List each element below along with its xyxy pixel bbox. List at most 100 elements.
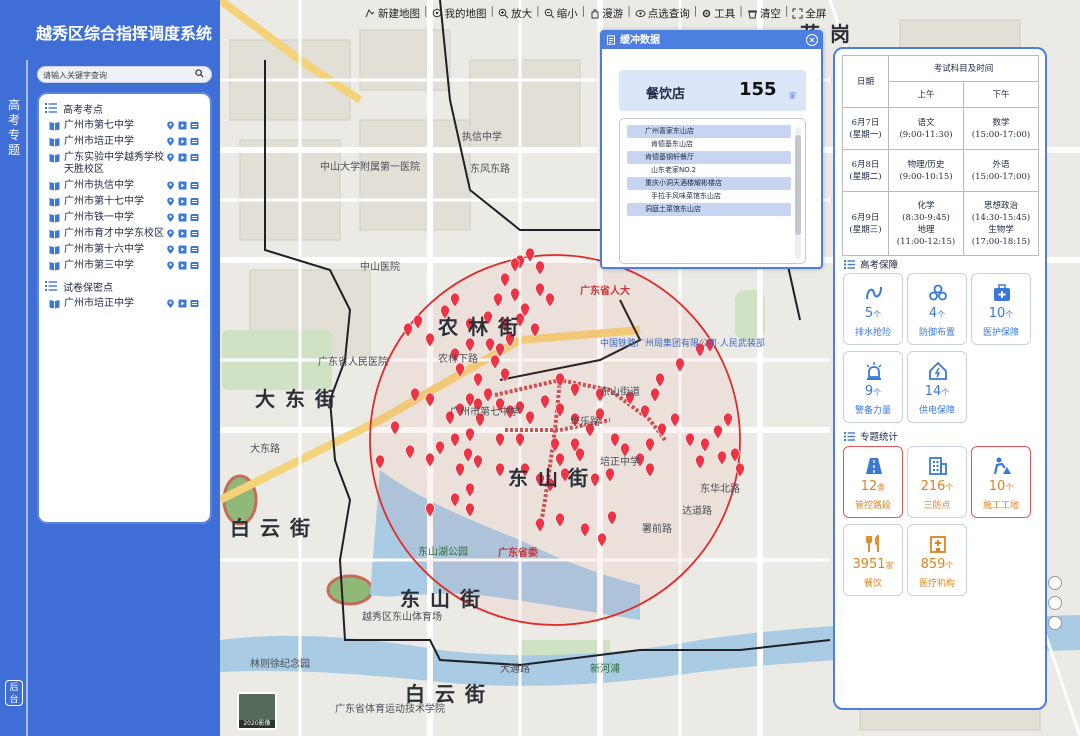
tree-school-item[interactable]: 广州市第七中学 (45, 118, 204, 134)
medical-kit-card[interactable]: 10个 医护保障 (971, 273, 1031, 345)
worker-card[interactable]: 10个 施工工地 (971, 446, 1031, 518)
detail-card-icon[interactable] (190, 197, 199, 206)
buffer-list-item[interactable]: 重庆小洞天酒楼耀彬楼店 (627, 177, 791, 190)
video-icon[interactable] (178, 229, 187, 238)
tree-school-item[interactable]: 广州市铁一中学 (45, 210, 204, 226)
buffer-category: 餐饮店 (646, 87, 686, 102)
map-label: 大通路 (500, 664, 530, 675)
right-panel: 日期 考试科目及时间 上午 下午 6月7日 (星期一) 语文 (9:00-11:30… (833, 47, 1047, 710)
locate-pin-icon[interactable] (166, 121, 175, 130)
dining-card[interactable]: 3951家 餐饮 (843, 524, 903, 596)
buffer-count: 155 (739, 79, 777, 100)
building-card[interactable]: 216个 三防点 (907, 446, 967, 518)
tree-group-label: 试卷保密点 (63, 282, 113, 294)
video-icon[interactable] (178, 137, 187, 146)
tree-school-item[interactable]: 广州市培正中学 (45, 296, 204, 312)
video-icon[interactable] (178, 181, 187, 190)
toolbar-zoom-in-button[interactable]: 放大 (495, 5, 535, 21)
locate-pin-icon[interactable] (166, 137, 175, 146)
school-name: 广州市培正中学 (64, 298, 134, 309)
tree-school-item[interactable]: 广东实验中学越秀学校天胜校区 (45, 150, 204, 178)
locate-pin-icon[interactable] (166, 299, 175, 308)
locate-pin-icon[interactable] (166, 197, 175, 206)
map-label: 东山街道 (600, 387, 640, 398)
detail-card-icon[interactable] (190, 229, 199, 238)
video-icon[interactable] (178, 261, 187, 270)
buffer-result-list: 广州喜家东山店 肯德基东山店 肯德基钢轩餐厅 山东老家NO.2 重庆小洞天酒楼耀彬楼店手… (619, 118, 806, 264)
tree-group-title[interactable]: 高考考点 (45, 98, 204, 118)
video-icon[interactable] (178, 245, 187, 254)
detail-card-icon[interactable] (190, 137, 199, 146)
hospital-card[interactable]: 859个 医疗机构 (907, 524, 967, 596)
toolbar-label: 放大 (511, 7, 533, 20)
police-light-card[interactable]: 9个 警备力量 (843, 351, 903, 423)
toolbar-fullscreen-button[interactable]: 全屏 (789, 5, 829, 21)
search-icon[interactable] (195, 69, 204, 78)
defense-card[interactable]: 4个 防御布置 (907, 273, 967, 345)
detail-card-icon[interactable] (190, 153, 199, 162)
locate-pin-icon[interactable] (166, 245, 175, 254)
buffer-list-item[interactable]: 洞庭土菜馆东山店 (627, 203, 791, 216)
buffer-list-item[interactable]: 手拉手风味菜馆东山店 (627, 190, 791, 203)
locate-pin-icon[interactable] (166, 213, 175, 222)
detail-card-icon[interactable] (190, 299, 199, 308)
search-input[interactable] (43, 68, 188, 83)
buffer-list-item[interactable]: 肯德基东山店 (627, 138, 791, 151)
detail-card-icon[interactable] (190, 121, 199, 130)
video-icon[interactable] (178, 121, 187, 130)
district-label: 农林街 (438, 315, 528, 339)
tree-group-title[interactable]: 试卷保密点 (45, 276, 204, 296)
map-label: 广东省人民医院 (318, 357, 388, 368)
buffer-list-item[interactable]: 肯德基钢轩餐厅 (627, 151, 791, 164)
map-label: 新河浦 (590, 664, 620, 675)
basemap-thumbnail[interactable]: 2020影像 (237, 692, 277, 730)
road-card[interactable]: 12条 管控路段 (843, 446, 903, 518)
toolbar-tools-button[interactable]: 工具 (698, 5, 738, 21)
map-label: 华乐路 (570, 417, 600, 428)
exam-time: (15:00-17:00) (971, 129, 1031, 140)
compass-icon[interactable] (1048, 576, 1062, 590)
detail-card-icon[interactable] (190, 261, 199, 270)
detail-card-icon[interactable] (190, 245, 199, 254)
scrollbar-thumb[interactable] (795, 135, 801, 235)
video-icon[interactable] (178, 197, 187, 206)
locate-pin-icon[interactable] (166, 261, 175, 270)
detail-card-icon[interactable] (190, 213, 199, 222)
tree-school-item[interactable]: 广州市育才中学东校区 (45, 226, 204, 242)
toolbar-new-map-button[interactable]: 新建地图 (362, 5, 423, 21)
worker-icon (993, 457, 1011, 475)
toolbar-point-query-button[interactable]: 点选查询 (632, 5, 693, 21)
tree-group-label: 高考考点 (63, 104, 103, 116)
locate-pin-icon[interactable] (166, 153, 175, 162)
zoom-plus-button[interactable] (1048, 596, 1062, 610)
locate-pin-icon[interactable] (166, 229, 175, 238)
tree-school-item[interactable]: 广州市第三中学 (45, 258, 204, 274)
locate-pin-icon[interactable] (166, 181, 175, 190)
side-tab-gaokao[interactable]: 高考专题 (0, 0, 28, 736)
video-icon[interactable] (178, 213, 187, 222)
close-icon[interactable] (806, 34, 818, 46)
buffer-list-item[interactable]: 山东老家NO.2 (627, 164, 791, 177)
map-zoom-controls (1046, 570, 1064, 636)
map-label: 中山医院 (360, 262, 400, 273)
backend-tab[interactable]: 后台 (5, 680, 23, 706)
basemap-label: 2020影像 (239, 720, 275, 728)
list-scrollbar[interactable] (795, 127, 801, 259)
school-name: 广州市第十六中学 (64, 244, 144, 255)
drainage-card[interactable]: 5个 排水抢险 (843, 273, 903, 345)
toolbar-clear-button[interactable]: 清空 (744, 5, 784, 21)
toolbar-pan-button[interactable]: 漫游 (586, 5, 626, 21)
video-icon[interactable] (178, 153, 187, 162)
detail-card-icon[interactable] (190, 181, 199, 190)
tree-school-item[interactable]: 广州市第十六中学 (45, 242, 204, 258)
buffer-list-item[interactable]: 广州喜家东山店 (627, 125, 791, 138)
tree-school-item[interactable]: 广州市培正中学 (45, 134, 204, 150)
power-house-card[interactable]: 14个 供电保障 (907, 351, 967, 423)
toolbar-my-map-button[interactable]: 我的地图 (429, 5, 490, 21)
toolbar-zoom-out-button[interactable]: 缩小 (541, 5, 581, 21)
tree-school-item[interactable]: 广州市执信中学 (45, 178, 204, 194)
exam-subject: 语文 (917, 117, 935, 128)
video-icon[interactable] (178, 299, 187, 308)
tree-school-item[interactable]: 广州市第十七中学 (45, 194, 204, 210)
zoom-minus-button[interactable] (1048, 616, 1062, 630)
